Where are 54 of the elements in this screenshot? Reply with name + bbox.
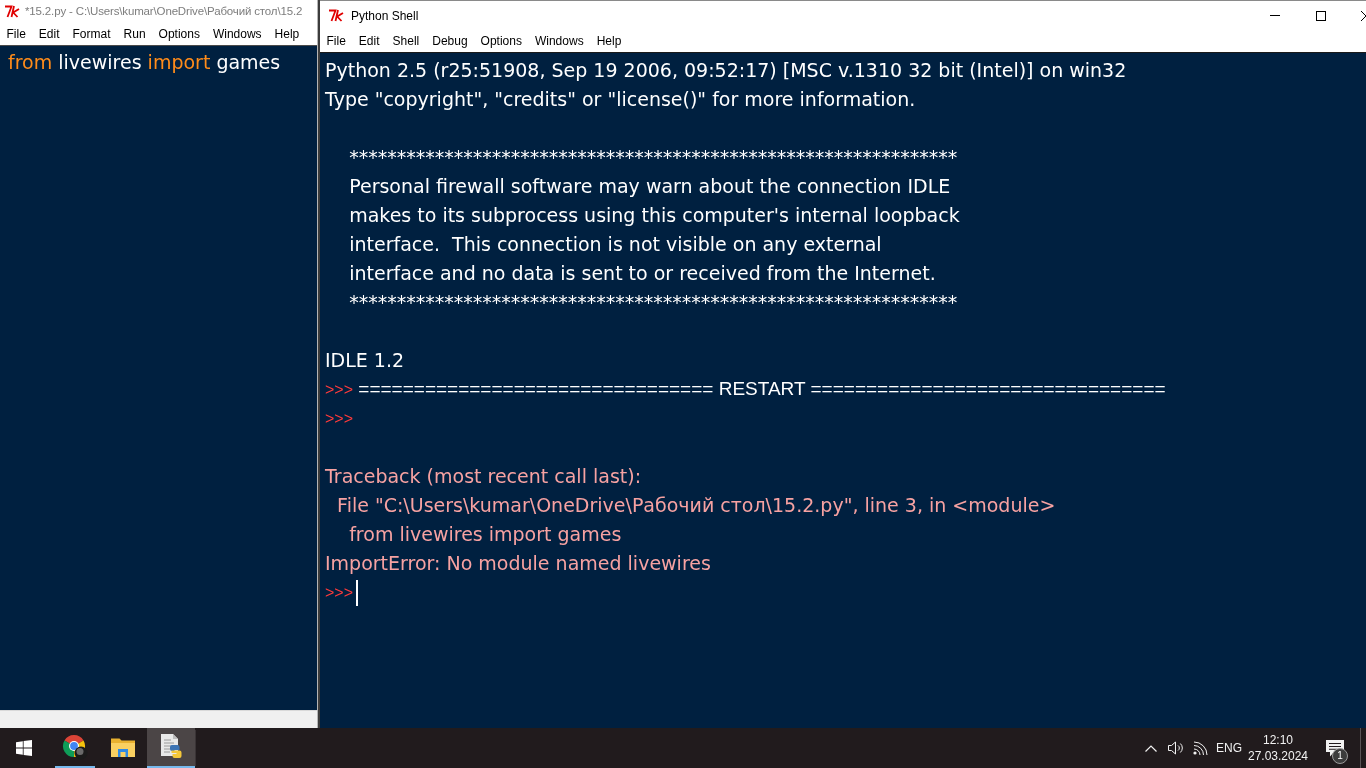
- chevron-up-icon: [1144, 744, 1157, 752]
- notification-count: 1: [1332, 748, 1348, 764]
- output-line: interface and no data is sent to or received from the Internet.: [349, 261, 936, 287]
- shell-prompt: >>>: [325, 582, 354, 603]
- folder-icon: [111, 737, 135, 757]
- output-line: Personal firewall software may warn about the connection IDLE: [349, 174, 951, 200]
- menu-item[interactable]: Help: [590, 32, 628, 50]
- maximize-icon: [1316, 10, 1326, 21]
- output-line: Type "copyright", "credits" or "license()" for more information.: [325, 87, 916, 113]
- menu-item[interactable]: Shell: [386, 32, 426, 50]
- output-line: IDLE 1.2: [325, 348, 405, 374]
- window-title: *15.2.py - C:\Users\kumar\OneDrive\Рабочий стол\15.2: [25, 3, 303, 19]
- output-line: ****************************************************************: [349, 290, 958, 316]
- clock-button[interactable]: 12:10 27.03.2024: [1246, 728, 1310, 768]
- error-line: ImportError: No module named livewires: [325, 551, 711, 577]
- notifications-button[interactable]: 1: [1310, 728, 1360, 768]
- script-file-icon: [159, 734, 183, 760]
- error-line: File "C:\Users\kumar\OneDrive\Рабочий стол\15.2.py", line 3, in <module>: [337, 493, 1056, 519]
- minimize-icon: [1270, 15, 1280, 16]
- code-line: from livewires import games: [8, 50, 281, 76]
- browser-icon: [62, 734, 88, 760]
- menu-item[interactable]: Options: [474, 32, 529, 50]
- menu-item[interactable]: File: [0, 25, 33, 43]
- clock-date: 27.03.2024: [1247, 748, 1309, 764]
- shell-prompt: >>>: [325, 408, 354, 429]
- menu-item[interactable]: Help: [268, 25, 306, 43]
- menu-item[interactable]: Edit: [32, 25, 67, 43]
- taskbar-button[interactable]: [147, 728, 195, 768]
- code-editor[interactable]: from livewires import games: [0, 45, 317, 710]
- speaker-icon: [1167, 741, 1184, 755]
- close-icon: [1361, 10, 1366, 21]
- error-line: Traceback (most recent call last):: [325, 464, 642, 490]
- output-line: interface. This connection is not visible on any external: [349, 232, 882, 258]
- menu-item[interactable]: Debug: [425, 32, 475, 50]
- window-title: Python Shell: [351, 7, 419, 25]
- feather-logo-icon: [4, 5, 21, 18]
- feather-logo-icon: [328, 9, 345, 22]
- console-line: >>> ================================ RESTART ================================: [325, 377, 1166, 402]
- menu-item[interactable]: Windows: [206, 25, 269, 43]
- output-line: makes to its subprocess using this computer's internal loopback: [349, 203, 960, 229]
- wifi-icon: [1192, 741, 1208, 755]
- menu-item[interactable]: Run: [117, 25, 153, 43]
- shell-console[interactable]: [320, 52, 1366, 728]
- error-line: from livewires import games: [349, 522, 622, 548]
- language-button[interactable]: ENG: [1212, 728, 1246, 768]
- output-line: Python 2.5 (r25:51908, Sep 19 2006, 09:52:17) [MSC v.1310 32 bit (Intel)] on win32: [325, 58, 1127, 84]
- clock-time: 12:10: [1263, 732, 1293, 748]
- menu-item[interactable]: Windows: [528, 32, 591, 50]
- menu-item[interactable]: Edit: [352, 32, 387, 50]
- menu-item[interactable]: Options: [152, 25, 207, 43]
- menu-item[interactable]: File: [320, 32, 353, 50]
- four-panes-icon: [16, 740, 32, 756]
- output-line: ****************************************************************: [349, 145, 958, 171]
- menu-item[interactable]: Format: [66, 25, 118, 43]
